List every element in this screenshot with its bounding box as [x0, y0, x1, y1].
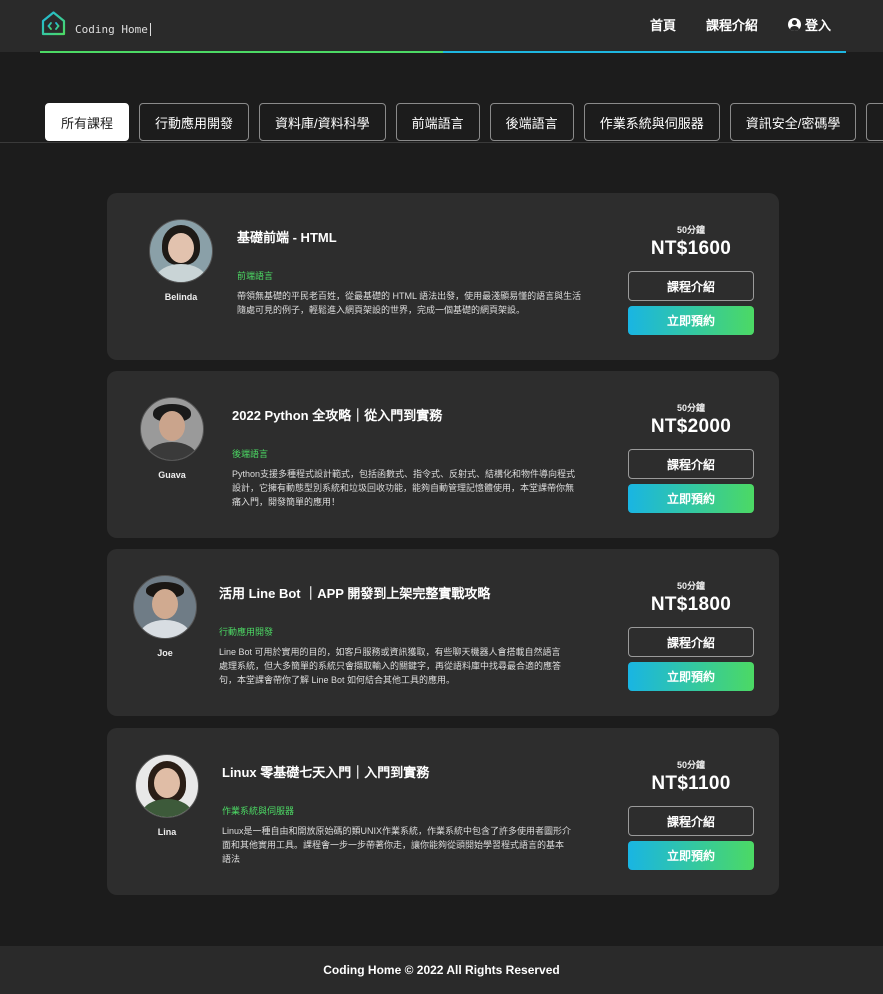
- course-duration: 50分鐘: [676, 225, 705, 235]
- course-title: Linux 零基礎七天入門｜入門到實務: [222, 765, 430, 780]
- teacher-name: Guava: [158, 470, 186, 480]
- copyright-text: Coding Home © 2022 All Rights Reserved: [323, 963, 560, 977]
- house-code-icon: [41, 11, 66, 36]
- tab-frontend[interactable]: 前端語言: [395, 103, 480, 141]
- user-circle-icon: [787, 18, 801, 31]
- course-description: Line Bot 可用於實用的目的，如客戶服務或資訊獲取，有些聊天機器人會搭載自…: [219, 647, 562, 685]
- teacher-block: Guava: [136, 397, 208, 480]
- course-price: NT$2000: [650, 416, 732, 437]
- nav-login-label: 登入: [804, 18, 831, 33]
- course-title: 2022 Python 全攻略｜從入門到實務: [232, 408, 443, 423]
- avatar: [135, 754, 199, 818]
- course-intro-button[interactable]: 課程介紹: [628, 449, 754, 479]
- tab-backend[interactable]: 後端語言: [489, 103, 574, 141]
- course-duration: 50分鐘: [676, 581, 705, 591]
- main-nav: 首頁 課程介紹 登入: [650, 15, 831, 34]
- avatar: [133, 575, 197, 639]
- tabs-divider: [0, 142, 883, 143]
- course-title: 活用 Line Bot ｜APP 開發到上架完整實戰攻略: [219, 586, 491, 601]
- course-card: Belinda 基礎前端 - HTML 前端語言 帶領無基礎的平民老百姓，從最基…: [107, 193, 779, 360]
- course-category: 作業系統與伺服器: [222, 806, 295, 816]
- course-price: NT$1800: [650, 594, 732, 615]
- book-now-button[interactable]: 立即預約: [628, 662, 754, 691]
- course-purchase: 50分鐘 NT$1100 課程介紹 立即預約: [628, 758, 754, 870]
- course-intro-button[interactable]: 課程介紹: [628, 627, 754, 657]
- logo-text: Coding Home: [75, 23, 151, 36]
- course-purchase: 50分鐘 NT$1600 課程介紹 立即預約: [628, 223, 754, 335]
- teacher-name: Lina: [157, 827, 177, 837]
- book-now-button[interactable]: 立即預約: [628, 306, 754, 335]
- teacher-name: Belinda: [164, 292, 198, 302]
- category-tabs: 所有課程 行動應用開發 資料庫/資料科學 前端語言 後端語言 作業系統與伺服器 …: [45, 103, 883, 141]
- teacher-block: Lina: [131, 754, 203, 837]
- course-duration: 50分鐘: [676, 403, 705, 413]
- site-footer: Coding Home © 2022 All Rights Reserved: [0, 946, 883, 994]
- tab-more[interactable]: [866, 103, 883, 141]
- course-price: NT$1100: [651, 773, 731, 794]
- course-category: 行動應用開發: [219, 627, 274, 637]
- course-purchase: 50分鐘 NT$2000 課程介紹 立即預約: [628, 401, 754, 513]
- course-card: Guava 2022 Python 全攻略｜從入門到實務 後端語言 Python…: [107, 371, 779, 538]
- course-card: Joe 活用 Line Bot ｜APP 開發到上架完整實戰攻略 行動應用開發 …: [107, 549, 779, 716]
- course-card: Lina Linux 零基礎七天入門｜入門到實務 作業系統與伺服器 Linux是…: [107, 728, 779, 895]
- course-intro-button[interactable]: 課程介紹: [628, 806, 754, 836]
- book-now-button[interactable]: 立即預約: [628, 841, 754, 870]
- tab-security[interactable]: 資訊安全/密碼學: [729, 103, 857, 141]
- course-price: NT$1600: [650, 238, 732, 259]
- course-intro-button[interactable]: 課程介紹: [628, 271, 754, 301]
- header-progress-bar: [40, 51, 846, 53]
- logo[interactable]: Coding Home: [40, 10, 151, 37]
- nav-login[interactable]: 登入: [787, 15, 831, 34]
- course-category: 前端語言: [237, 271, 274, 281]
- course-description: Linux是一種自由和開放原始碼的類UNIX作業系統，作業系統中包含了許多使用者…: [222, 826, 572, 864]
- course-info: 活用 Line Bot ｜APP 開發到上架完整實戰攻略 行動應用開發 Line…: [219, 583, 569, 687]
- avatar: [149, 219, 213, 283]
- tab-mobile-dev[interactable]: 行動應用開發: [139, 103, 250, 141]
- course-description: Python支援多種程式設計範式，包括函數式、指令式、反射式、結構化和物件導向程…: [232, 469, 576, 507]
- course-info: 基礎前端 - HTML 前端語言 帶領無基礎的平民老百姓，從最基礎的 HTML …: [237, 227, 587, 317]
- teacher-block: Joe: [129, 575, 201, 658]
- book-now-button[interactable]: 立即預約: [628, 484, 754, 513]
- course-purchase: 50分鐘 NT$1800 課程介紹 立即預約: [628, 579, 754, 691]
- course-title: 基礎前端 - HTML: [237, 230, 337, 245]
- teacher-name: Joe: [157, 648, 173, 658]
- tab-all-courses[interactable]: 所有課程: [45, 103, 130, 141]
- nav-home[interactable]: 首頁: [650, 15, 676, 34]
- course-duration: 50分鐘: [676, 760, 705, 770]
- site-header: Coding Home 首頁 課程介紹 登入: [0, 0, 883, 52]
- teacher-block: Belinda: [145, 219, 217, 302]
- avatar: [140, 397, 204, 461]
- course-category: 後端語言: [232, 449, 269, 459]
- nav-courses[interactable]: 課程介紹: [706, 15, 758, 34]
- tab-os-server[interactable]: 作業系統與伺服器: [583, 103, 720, 141]
- course-info: Linux 零基礎七天入門｜入門到實務 作業系統與伺服器 Linux是一種自由和…: [222, 762, 572, 866]
- course-info: 2022 Python 全攻略｜從入門到實務 後端語言 Python支援多種程式…: [232, 405, 582, 509]
- course-description: 帶領無基礎的平民老百姓，從最基礎的 HTML 語法出發，使用最淺顯易懂的語言與生…: [237, 291, 582, 315]
- tab-database[interactable]: 資料庫/資料科學: [259, 103, 386, 141]
